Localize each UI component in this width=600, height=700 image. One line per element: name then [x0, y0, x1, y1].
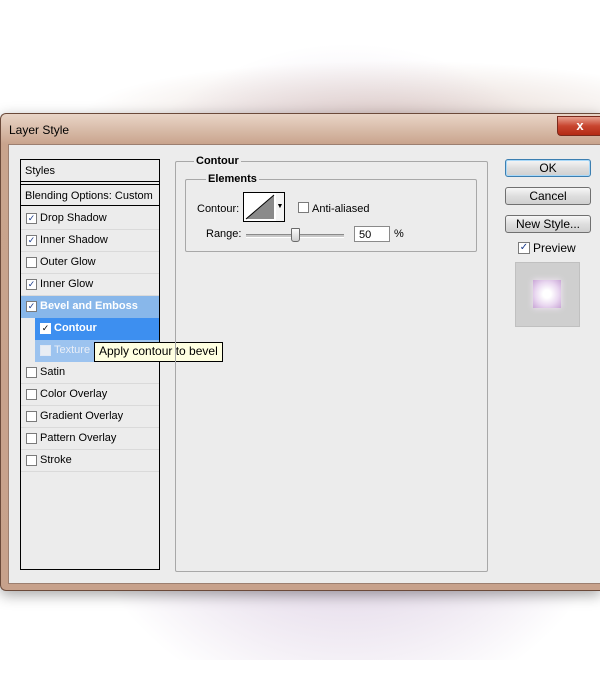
preview-label: Preview — [533, 241, 576, 255]
contour-curve-icon — [245, 194, 275, 220]
styles-list: Styles Blending Options: Custom ✓ Drop S… — [20, 159, 160, 570]
style-item-label: Drop Shadow — [40, 212, 107, 224]
checkbox-satin[interactable] — [26, 367, 37, 378]
elements-group: Elements — [185, 173, 477, 252]
style-item-stroke[interactable]: Stroke — [21, 450, 159, 472]
checkbox-inner-glow[interactable]: ✓ — [26, 279, 37, 290]
ok-button[interactable]: OK — [505, 159, 591, 177]
anti-aliased-checkbox[interactable] — [298, 202, 309, 213]
style-item-label: Contour — [54, 322, 97, 334]
cancel-button[interactable]: Cancel — [505, 187, 591, 205]
range-input[interactable]: 50 — [354, 226, 390, 242]
style-item-drop-shadow[interactable]: ✓ Drop Shadow — [21, 208, 159, 230]
style-item-label: Inner Shadow — [40, 234, 108, 246]
checkbox-outer-glow[interactable] — [26, 257, 37, 268]
checkbox-drop-shadow[interactable]: ✓ — [26, 213, 37, 224]
layer-style-dialog: Layer Style x Styles Blending Options: C… — [0, 113, 600, 591]
preview-thumbnail — [515, 262, 580, 327]
contour-label: Contour: — [197, 203, 240, 215]
checkbox-contour[interactable]: ✓ — [40, 323, 51, 334]
elements-group-title: Elements — [206, 173, 259, 185]
checkbox-color-overlay[interactable] — [26, 389, 37, 400]
style-item-bevel-and-emboss[interactable]: ✓ Bevel and Emboss — [21, 296, 159, 318]
preview-swatch — [533, 280, 561, 308]
style-item-satin[interactable]: Satin — [21, 362, 159, 384]
checkbox-bevel-and-emboss[interactable]: ✓ — [26, 301, 37, 312]
range-slider-thumb[interactable] — [291, 228, 300, 242]
contour-picker[interactable] — [243, 192, 277, 222]
style-item-contour[interactable]: ✓ Contour — [35, 318, 159, 340]
range-unit: % — [394, 228, 404, 240]
title-bar[interactable]: Layer Style x — [1, 114, 600, 144]
anti-aliased-label: Anti-aliased — [312, 203, 370, 215]
style-item-inner-glow[interactable]: ✓ Inner Glow — [21, 274, 159, 296]
dialog-client-area: Styles Blending Options: Custom ✓ Drop S… — [8, 144, 600, 584]
checkbox-stroke[interactable] — [26, 455, 37, 466]
new-style-button[interactable]: New Style... — [505, 215, 591, 233]
style-item-pattern-overlay[interactable]: Pattern Overlay — [21, 428, 159, 450]
style-item-inner-shadow[interactable]: ✓ Inner Shadow — [21, 230, 159, 252]
style-item-label: Gradient Overlay — [40, 410, 124, 422]
style-item-label: Color Overlay — [40, 388, 108, 400]
contour-group-title: Contour — [194, 155, 241, 167]
style-item-label: Satin — [40, 366, 66, 378]
style-item-label: Stroke — [40, 454, 72, 466]
style-item-outer-glow[interactable]: Outer Glow — [21, 252, 159, 274]
style-item-gradient-overlay[interactable]: Gradient Overlay — [21, 406, 159, 428]
style-item-label: Inner Glow — [40, 278, 94, 290]
checkbox-texture[interactable] — [40, 345, 51, 356]
window-title: Layer Style — [9, 123, 70, 137]
style-item-label: Bevel and Emboss — [40, 300, 138, 312]
styles-header[interactable]: Styles — [21, 160, 159, 182]
style-item-label: Outer Glow — [40, 256, 96, 268]
style-item-label: Pattern Overlay — [40, 432, 117, 444]
close-icon: x — [576, 118, 584, 133]
close-button[interactable]: x — [557, 116, 600, 136]
checkbox-gradient-overlay[interactable] — [26, 411, 37, 422]
preview-checkbox[interactable]: ✓ — [518, 242, 530, 254]
checkbox-inner-shadow[interactable]: ✓ — [26, 235, 37, 246]
style-item-label: Texture — [54, 344, 91, 356]
checkbox-pattern-overlay[interactable] — [26, 433, 37, 444]
range-label: Range: — [206, 228, 242, 240]
style-item-color-overlay[interactable]: Color Overlay — [21, 384, 159, 406]
contour-dropdown-arrow[interactable]: ▼ — [276, 192, 285, 222]
blending-options-item[interactable]: Blending Options: Custom — [21, 184, 159, 206]
